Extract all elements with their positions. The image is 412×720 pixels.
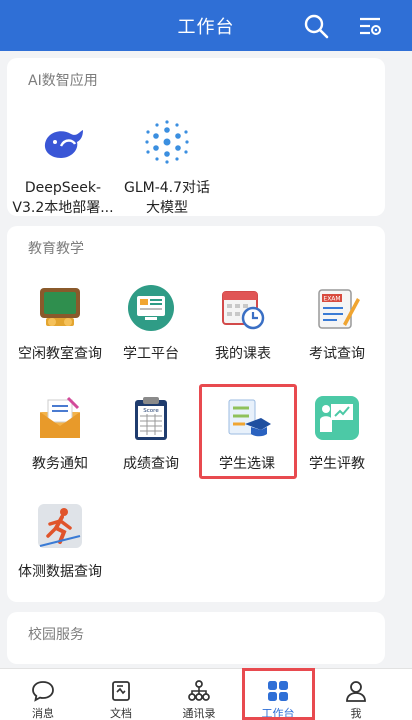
glm-dots-icon	[145, 120, 189, 164]
course-selection-highlight	[199, 384, 297, 479]
deepseek-whale-icon	[44, 130, 83, 158]
tab-documents[interactable]: 文档	[81, 669, 161, 720]
app-label: 体测数据查询	[18, 564, 102, 580]
app-label: GLM-4.7对话大模型	[123, 180, 211, 216]
app-label: DeepSeek-V3.2本地部署...	[12, 180, 114, 216]
svg-text:Score: Score	[143, 408, 159, 414]
app-fitness-data[interactable]: 体测数据查询	[15, 502, 105, 582]
tab-label: 通讯录	[182, 707, 216, 720]
app-academic-notice[interactable]: 教务通知	[15, 394, 105, 474]
app-label: 成绩查询	[123, 456, 179, 472]
top-bar: 工作台	[0, 0, 412, 51]
workbench-tab-highlight	[242, 668, 315, 720]
mail-notice-icon	[40, 396, 80, 438]
section-title-campus: 校园服务	[28, 627, 84, 643]
app-exam-query[interactable]: EXAM 考试查询	[292, 284, 382, 364]
svg-text:EXAM: EXAM	[323, 296, 340, 303]
section-title-ai: AI数智应用	[28, 73, 98, 89]
app-glm[interactable]: GLM-4.7对话大模型	[119, 118, 215, 218]
classroom-icon	[40, 288, 80, 326]
tab-label: 我	[350, 707, 362, 720]
bottom-tab-bar: 消息 文档 通讯录 工作台 我	[0, 668, 412, 720]
ai-apps-card: AI数智应用 DeepSeek-V3.2本地部署... GLM-4.7对话大模型	[7, 58, 385, 216]
tab-label: 文档	[110, 707, 132, 720]
app-label: 学生评教	[309, 456, 365, 472]
app-label: 学工平台	[123, 346, 179, 362]
campus-services-card: 校园服务	[7, 612, 385, 664]
tab-contacts[interactable]: 通讯录	[159, 669, 239, 720]
app-label: 我的课表	[215, 346, 271, 362]
settings-list-icon[interactable]	[356, 12, 384, 40]
user-icon	[346, 681, 366, 702]
chat-bubble-icon	[32, 681, 54, 702]
score-sheet-icon: Score	[135, 397, 167, 440]
app-deepseek[interactable]: DeepSeek-V3.2本地部署...	[12, 118, 114, 218]
calendar-clock-icon	[222, 291, 265, 330]
search-icon[interactable]	[302, 12, 330, 40]
org-chart-icon	[188, 680, 210, 701]
tab-label: 消息	[32, 707, 54, 720]
tab-me[interactable]: 我	[316, 669, 396, 720]
document-icon	[112, 681, 130, 701]
exam-icon: EXAM	[318, 289, 360, 329]
app-label: 考试查询	[309, 346, 365, 362]
teaching-evaluation-icon	[315, 396, 359, 440]
section-title-education: 教育教学	[28, 241, 84, 257]
education-apps-card: 教育教学 空闲教室查询 学工平台 我的课表 EXAM 考试查询 教务通知 Sco…	[7, 226, 385, 602]
page-title: 工作台	[177, 16, 235, 38]
app-free-classroom[interactable]: 空闲教室查询	[15, 284, 105, 364]
app-grade-query[interactable]: Score 成绩查询	[106, 394, 196, 474]
app-my-schedule[interactable]: 我的课表	[198, 284, 288, 364]
app-teaching-evaluation[interactable]: 学生评教	[292, 394, 382, 474]
tab-messages[interactable]: 消息	[3, 669, 83, 720]
running-icon	[38, 504, 82, 548]
student-affairs-icon	[128, 285, 174, 331]
app-label: 教务通知	[32, 456, 88, 472]
app-student-affairs[interactable]: 学工平台	[106, 284, 196, 364]
app-label: 空闲教室查询	[18, 346, 102, 362]
